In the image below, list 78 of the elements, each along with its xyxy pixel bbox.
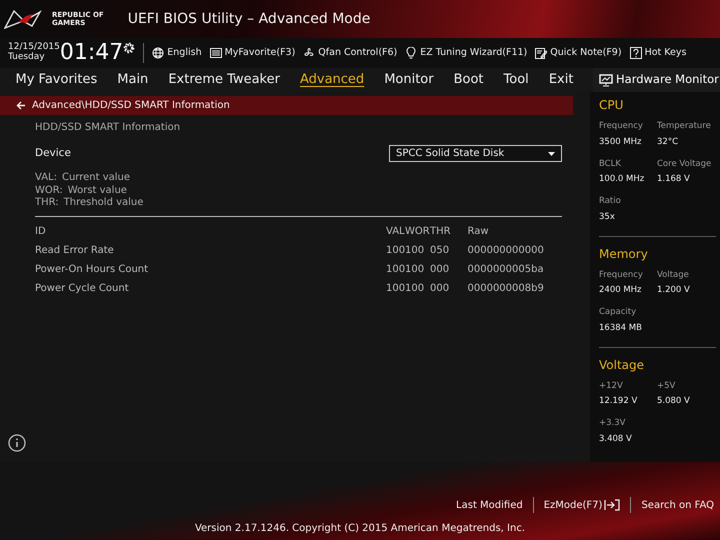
field-label: Device [35,146,71,161]
table-cell-text: 100 [386,282,405,296]
legend-abbr: THR: [35,197,59,210]
sensor-label: Voltage [657,268,690,282]
sensor-label: Temperature [657,120,712,133]
note-pencil-button[interactable]: Quick Note(F9) [535,46,622,60]
sensor-value: 12.192 V [599,395,638,408]
menu-tab[interactable]: Monitor [374,72,444,88]
table-cell-text: 100 [405,244,426,258]
sensor-value: 35x [599,210,616,224]
section-heading: CPU [599,97,624,114]
table-cell-text: Read Error Rate [35,244,115,258]
sensor-label: +12V [599,380,624,392]
column-header: WOR [405,224,430,238]
column-header: VAL [386,224,405,238]
legend-abbr: WOR: [35,184,63,197]
sensor-value: 3.408 V [599,432,633,446]
footer-link[interactable]: Last Modified [456,498,523,512]
sensor-value: 1.200 V [657,284,691,297]
sensor-value: 3500 MHz [599,136,643,148]
table-cell-text: 0000000008b9 [466,282,545,296]
section-heading: Memory [599,246,649,262]
legend-abbr: VAL: [35,172,57,184]
clock-time: 01:47 [60,42,124,64]
menu-tab[interactable]: Boot [444,72,494,88]
menu-tab[interactable]: My Favorites [6,72,108,88]
version-text: Version 2.17.1246. Copyright (C) 2015 American Megatrends, Inc. [194,522,526,536]
table-cell-text: 050 [430,244,450,258]
menu-tab[interactable]: Main [107,72,158,88]
section-title: HDD/SSD SMART Information [35,121,182,135]
date-text: 12/15/2015 [8,43,60,52]
panel-title: Hardware Monitor [616,71,719,88]
table-cell-text: 000 [430,262,450,276]
help-button[interactable]: Hot Keys [630,46,686,60]
sensor-value: 5.080 V [657,395,691,408]
column-header: ID [35,224,47,238]
window-title: UEFI BIOS Utility – Advanced Mode [128,10,370,28]
sensor-label: BCLK [599,158,622,170]
sensor-label: Core Voltage [657,158,712,170]
sensor-label: Capacity [599,306,638,319]
fan-button[interactable]: Qfan Control(F6) [303,46,398,60]
sensor-label: Frequency [599,268,644,282]
table-cell-text: 000 [430,282,450,296]
table-cell-text: 0000000005ba [466,262,545,276]
menu-tab[interactable]: Tool [494,72,539,88]
lightbulb-button[interactable]: EZ Tuning Wizard(F11) [405,46,528,60]
table-cell-text: Power-On Hours Count [35,262,150,276]
table-cell-text: 100 [386,244,405,258]
globe-button[interactable]: English [152,46,202,60]
menu-tab[interactable]: Extreme Tweaker [158,72,290,88]
sensor-value: 32°C [657,136,680,148]
footer-link[interactable]: Search on FAQ [641,498,714,512]
sensor-value: 100.0 MHz [599,173,646,186]
menu-tab[interactable]: Exit [538,72,584,88]
table-cell-text: 100 [405,282,426,296]
table-cell-text: 100 [405,262,426,276]
legend-text: Threshold value [64,197,144,210]
weekday-text: Tuesday [8,53,46,63]
sensor-label: +3.3V [599,417,626,430]
sensor-value: 2400 MHz [599,284,643,297]
table-cell-text: 100 [386,262,405,276]
sensor-label: +5V [657,380,676,392]
breadcrumb-text: Advanced\HDD/SSD SMART Information [32,99,230,113]
footer-link[interactable]: EzMode(F7) [544,498,620,512]
sensor-value: 1.168 V [657,173,691,186]
section-heading: Voltage [599,356,646,374]
device-dropdown[interactable]: SPCC Solid State Disk [389,145,562,162]
table-cell-text: 000000000000 [466,244,545,258]
sensor-value: 16384 MB [599,322,643,334]
column-header: Raw [466,224,490,238]
sensor-label: Ratio [599,195,622,208]
list-window-button[interactable]: MyFavorite(F3) [210,46,296,60]
column-header: THR [430,224,452,238]
legend-text: Worst value [68,184,127,197]
sensor-label: Frequency [599,120,644,133]
menu-tab[interactable]: Advanced [290,72,374,88]
table-cell-text: Power Cycle Count [35,282,130,296]
legend-text: Current value [62,172,130,184]
